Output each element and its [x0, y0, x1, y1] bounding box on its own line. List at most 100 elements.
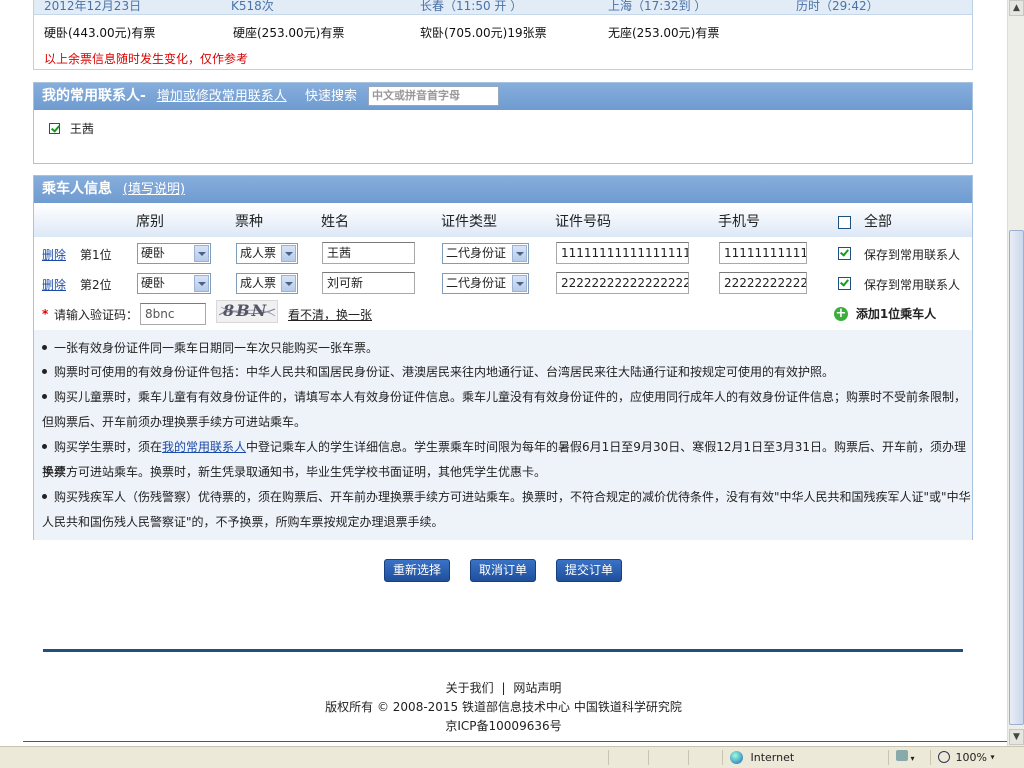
passenger-seq: 第1位	[80, 248, 112, 262]
captcha-text: 8BN	[223, 301, 269, 320]
tip-continuation: 人民共和国伤残人民警察证"的，不予换票，所购车票按规定办理退票手续。	[42, 515, 444, 529]
delete-passenger-link[interactable]: 删除	[42, 276, 66, 293]
bullet-icon	[42, 369, 47, 374]
ticket-info-panel: 2012年12月23日 K518次 长春（11:50 开 ） 上海（17:32到…	[33, 0, 973, 70]
footer-links: 关于我们 | 网站声明	[0, 679, 1007, 696]
vertical-scrollbar[interactable]: ▲ ▼	[1007, 0, 1024, 746]
zoom-control[interactable]: 100% ▾	[938, 750, 994, 764]
chevron-down-icon	[281, 275, 296, 292]
captcha-refresh-link[interactable]: 看不清，换一张	[288, 306, 372, 323]
id-type-select[interactable]: 二代身份证	[442, 273, 529, 294]
bullet-icon	[42, 444, 47, 449]
col-all: 全部	[864, 214, 892, 230]
fill-help-link[interactable]: (填写说明)	[123, 182, 185, 197]
delete-passenger-link[interactable]: 删除	[42, 246, 66, 263]
manage-contacts-link[interactable]: 增加或修改常用联系人	[157, 89, 287, 104]
contact-name: 王茜	[69, 122, 94, 136]
col-id-number: 证件号码	[555, 214, 611, 230]
chevron-down-icon	[281, 245, 296, 262]
passenger-column-header	[34, 204, 972, 237]
page: 2012年12月23日 K518次 长春（11:50 开 ） 上海（17:32到…	[0, 0, 1007, 746]
captcha-label: 请输入验证码：	[54, 308, 139, 322]
cancel-order-button[interactable]: 取消订单	[470, 559, 536, 582]
tip-item: 购买儿童票时，乘车儿童有有效身份证件的，请填写本人有效身份证件信息。乘车儿童没有…	[42, 385, 966, 410]
scroll-thumb[interactable]	[1009, 230, 1024, 725]
captcha-image[interactable]: 8BN	[216, 300, 278, 323]
save-contact-label: 保存到常用联系人	[864, 248, 961, 262]
phone-input[interactable]: 22222222222	[719, 272, 807, 294]
seat-select[interactable]: 硬卧	[137, 273, 211, 294]
passenger-title: 乘车人信息	[42, 181, 112, 197]
status-divider	[648, 750, 649, 765]
ticket-departure: 长春（11:50 开 ）	[420, 0, 523, 13]
my-contacts-link[interactable]: 我的常用联系人	[162, 440, 246, 454]
purchase-tips: 一张有效身份证件同一乘车日期同一车次只能购买一张车票。 购票时可使用的有效身份证…	[34, 330, 972, 540]
site-statement-link[interactable]: 网站声明	[513, 681, 561, 695]
tip-item: 购买残疾军人（伤残警察）优待票的，须在购票后、开车前办理换票手续方可进站乘车。换…	[42, 485, 971, 510]
tip-continuation: 手续方可进站乘车。换票时，新生凭录取通知书，毕业生凭学校书面证明，其他凭学生优惠…	[42, 465, 547, 479]
passenger-header: 乘车人信息 (填写说明)	[34, 176, 972, 203]
contact-checkbox[interactable]	[49, 123, 60, 134]
status-divider	[930, 750, 931, 765]
seat-availability: 无座(253.00元)有票	[608, 26, 720, 40]
scroll-down-icon[interactable]: ▼	[1009, 729, 1024, 745]
add-passenger-label: 添加1位乘车人	[855, 307, 937, 321]
save-contact-label: 保存到常用联系人	[864, 278, 961, 292]
ticket-type-select[interactable]: 成人票	[236, 273, 298, 294]
col-phone: 手机号	[718, 214, 760, 230]
bullet-icon	[42, 345, 47, 350]
id-number-input[interactable]: 11111111111111111	[556, 242, 689, 264]
status-divider	[688, 750, 689, 765]
ticket-duration: 历时（29:42）	[796, 0, 879, 13]
add-passenger-button[interactable]: + 添加1位乘车人	[834, 305, 936, 322]
status-divider	[608, 750, 609, 765]
ticket-type-select[interactable]: 成人票	[236, 243, 298, 264]
about-us-link[interactable]: 关于我们	[446, 681, 494, 695]
ticket-header-row: 2012年12月23日 K518次 长春（11:50 开 ） 上海（17:32到…	[34, 0, 972, 15]
tip-item: 一张有效身份证件同一乘车日期同一车次只能购买一张车票。	[42, 336, 378, 361]
common-contacts-panel: 我的常用联系人- 增加或修改常用联系人 快速搜索 中文或拼音首字母 王茜	[33, 82, 973, 164]
passenger-name-input[interactable]: 刘可新	[322, 272, 415, 294]
footer-separator: |	[501, 681, 506, 695]
zoom-icon	[938, 751, 950, 763]
contacts-title: 我的常用联系人-	[42, 88, 146, 104]
chevron-down-icon	[512, 275, 527, 292]
footer-divider	[43, 649, 963, 652]
seat-select[interactable]: 硬卧	[137, 243, 211, 264]
phone-input[interactable]: 11111111111	[719, 242, 807, 264]
passenger-name-input[interactable]: 王茜	[322, 242, 415, 264]
bullet-icon	[42, 494, 47, 499]
add-icon: +	[834, 305, 848, 321]
quick-search-input[interactable]: 中文或拼音首字母	[368, 86, 499, 106]
select-all-checkbox[interactable]	[838, 216, 851, 229]
ticket-notice: 以上余票信息随时发生变化，仅作参考	[44, 52, 249, 66]
chevron-down-icon	[194, 245, 209, 262]
submit-order-button[interactable]: 提交订单	[556, 559, 622, 582]
seat-availability: 硬座(253.00元)有票	[233, 26, 345, 40]
protected-mode-icon[interactable]: ▾	[896, 750, 915, 764]
save-contact-checkbox[interactable]	[838, 277, 851, 290]
globe-icon	[730, 750, 743, 764]
bottom-border	[23, 741, 1007, 742]
security-zone-label: Internet	[750, 750, 795, 764]
save-contact-checkbox[interactable]	[838, 247, 851, 260]
col-seat: 席别	[136, 214, 164, 230]
status-divider	[888, 750, 889, 765]
seat-availability: 软卧(705.00元)19张票	[420, 26, 547, 40]
id-number-input[interactable]: 222222222222222222	[556, 272, 689, 294]
ticket-arrival: 上海（17:32到 ）	[608, 0, 707, 13]
quick-search-label: 快速搜索	[305, 89, 358, 104]
captcha-input[interactable]: 8bnc	[140, 303, 206, 325]
tip-item: 购票时可使用的有效身份证件包括：中华人民共和国居民身份证、港澳居民来往内地通行证…	[42, 360, 834, 385]
scroll-up-icon[interactable]: ▲	[1009, 0, 1024, 16]
reset-button[interactable]: 重新选择	[384, 559, 450, 582]
contact-item[interactable]: 王茜	[49, 120, 94, 137]
chevron-down-icon	[194, 275, 209, 292]
col-name: 姓名	[321, 214, 349, 230]
ticket-date: 2012年12月23日	[44, 0, 142, 13]
passenger-info-panel: 乘车人信息 (填写说明) 席别 票种 姓名 证件类型 证件号码 手机号 全部 删…	[33, 175, 973, 540]
passenger-seq: 第2位	[80, 278, 112, 292]
footer-icp: 京ICP备10009636号	[445, 719, 562, 733]
id-type-select[interactable]: 二代身份证	[442, 243, 529, 264]
zoom-level: 100%	[955, 750, 987, 764]
